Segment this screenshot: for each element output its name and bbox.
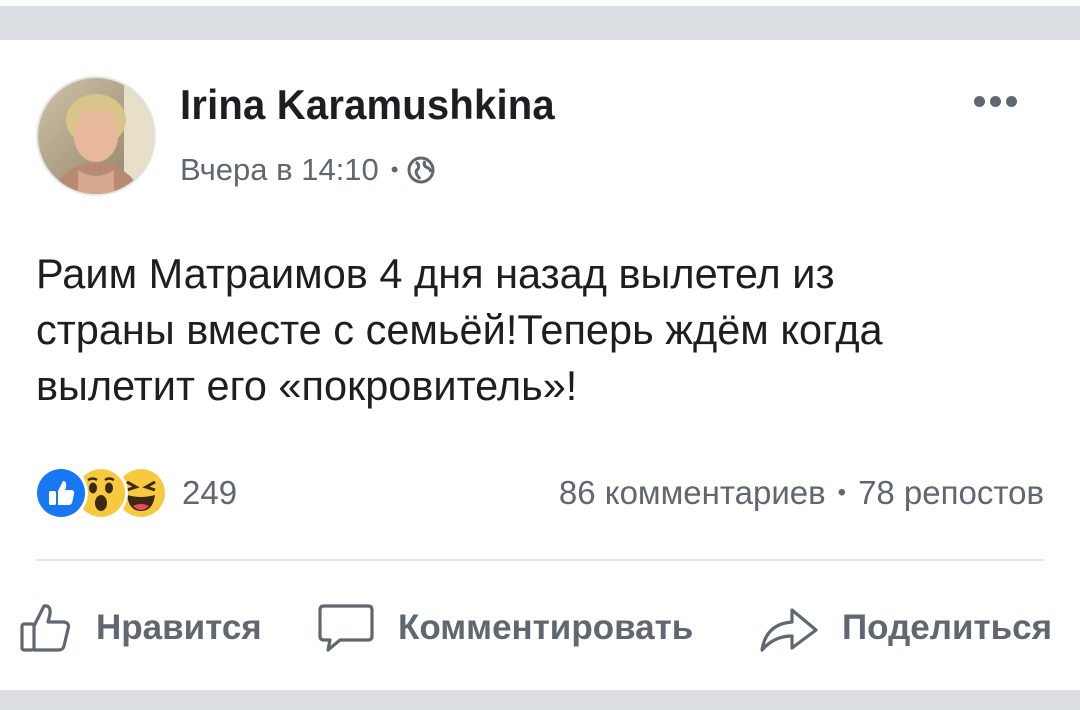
shares-count[interactable]: 78 репостов xyxy=(858,474,1044,512)
like-button[interactable]: Нравится xyxy=(18,600,262,656)
comment-label: Комментировать xyxy=(398,608,694,647)
share-button[interactable]: Поделиться xyxy=(758,600,1052,656)
more-dot xyxy=(990,96,1001,107)
author-name[interactable]: Irina Karamushkina xyxy=(180,82,555,129)
more-dot xyxy=(1006,96,1017,107)
like-reaction-icon xyxy=(34,466,88,520)
avatar-photo xyxy=(38,78,154,194)
author-avatar[interactable] xyxy=(36,76,156,196)
stats-separator: • xyxy=(837,479,847,506)
share-label: Поделиться xyxy=(842,608,1053,647)
post-meta: Вчера в 14:10 • xyxy=(180,152,435,188)
post-timestamp[interactable]: Вчера в 14:10 xyxy=(180,152,379,188)
globe-icon[interactable] xyxy=(407,156,435,184)
action-bar: Нравится Комментировать Поделиться xyxy=(0,600,1080,660)
reaction-count: 249 xyxy=(182,474,238,511)
more-dot xyxy=(974,96,985,107)
bottom-separator xyxy=(0,690,1080,710)
like-label: Нравится xyxy=(96,608,262,647)
reactions-summary[interactable]: 249 xyxy=(34,466,237,520)
actions-divider xyxy=(36,559,1044,561)
comment-button[interactable]: Комментировать xyxy=(316,600,693,656)
top-separator xyxy=(0,0,1080,40)
previous-card-edge xyxy=(0,0,1080,6)
comments-count[interactable]: 86 комментариев xyxy=(559,474,826,512)
thumbs-up-icon xyxy=(20,604,71,652)
share-arrow-icon xyxy=(760,608,818,652)
more-options-icon[interactable] xyxy=(974,96,1017,107)
post-card: Irina Karamushkina Вчера в 14:10 • Раим … xyxy=(0,40,1080,690)
post-text: Раим Матраимов 4 дня назад вылетел из ст… xyxy=(36,250,883,409)
comment-bubble-icon xyxy=(318,604,374,652)
meta-separator: • xyxy=(390,157,399,182)
post-stats: 86 комментариев • 78 репостов xyxy=(559,474,1044,512)
